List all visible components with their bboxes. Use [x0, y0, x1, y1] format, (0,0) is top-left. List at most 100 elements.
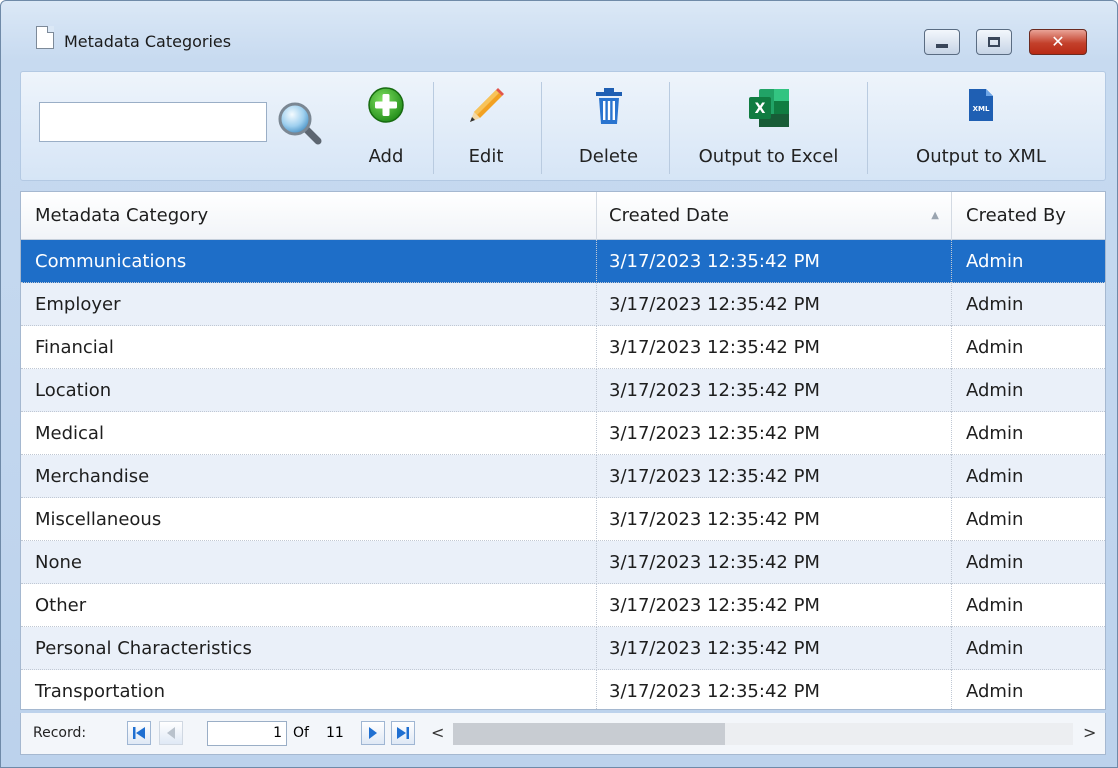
- record-label: Record:: [33, 725, 87, 741]
- excel-icon: X: [748, 89, 789, 127]
- table-row[interactable]: Communications 3/17/2023 12:35:42 PM Admin: [21, 240, 1105, 283]
- maximize-button[interactable]: [976, 29, 1012, 55]
- first-record-icon: [133, 727, 145, 739]
- column-header-created-date[interactable]: Created Date ▲: [597, 192, 952, 240]
- cell-created-by[interactable]: Admin: [952, 670, 1105, 709]
- title-bar[interactable]: Metadata Categories ✕: [1, 1, 1117, 63]
- next-record-icon: [369, 727, 377, 739]
- cell-created-by[interactable]: Admin: [952, 369, 1105, 412]
- cell-created-date[interactable]: 3/17/2023 12:35:42 PM: [597, 283, 952, 326]
- xml-icon-text: XML: [973, 105, 990, 113]
- table-row[interactable]: Employer 3/17/2023 12:35:42 PM Admin: [21, 283, 1105, 326]
- last-record-icon: [397, 727, 409, 739]
- last-record-button[interactable]: [391, 721, 415, 745]
- cell-metadata-category[interactable]: Other: [21, 584, 597, 627]
- table-row[interactable]: None 3/17/2023 12:35:42 PM Admin: [21, 541, 1105, 584]
- separator: [669, 82, 670, 174]
- column-header-created-by[interactable]: Created By: [952, 192, 1105, 240]
- cell-metadata-category[interactable]: Location: [21, 369, 597, 412]
- xml-file-icon: XML: [969, 89, 993, 121]
- search-input[interactable]: [39, 102, 267, 142]
- trash-icon: [595, 88, 622, 124]
- cell-metadata-category[interactable]: Transportation: [21, 670, 597, 709]
- previous-record-button[interactable]: [159, 721, 183, 745]
- delete-label: Delete: [578, 146, 639, 167]
- search-icon: [278, 102, 322, 145]
- cell-created-date[interactable]: 3/17/2023 12:35:42 PM: [597, 240, 952, 283]
- cell-created-date[interactable]: 3/17/2023 12:35:42 PM: [597, 412, 952, 455]
- output-xml-button[interactable]: XML Output to XML: [881, 78, 1081, 178]
- table-row[interactable]: Personal Characteristics 3/17/2023 12:35:…: [21, 627, 1105, 670]
- close-button[interactable]: ✕: [1029, 29, 1087, 55]
- table-row[interactable]: Miscellaneous 3/17/2023 12:35:42 PM Admin: [21, 498, 1105, 541]
- scrollbar-thumb[interactable]: [453, 723, 725, 745]
- sort-ascending-icon: ▲: [931, 210, 939, 221]
- add-plus-circle-icon: [368, 87, 404, 123]
- excel-icon-letter: X: [754, 101, 765, 117]
- separator: [433, 82, 434, 174]
- cell-metadata-category[interactable]: Medical: [21, 412, 597, 455]
- cell-metadata-category[interactable]: None: [21, 541, 597, 584]
- minimize-icon: [936, 44, 948, 48]
- document-icon: [36, 26, 54, 49]
- cell-created-date[interactable]: 3/17/2023 12:35:42 PM: [597, 627, 952, 670]
- cell-created-by[interactable]: Admin: [952, 412, 1105, 455]
- close-icon: ✕: [1051, 32, 1065, 51]
- cell-created-by[interactable]: Admin: [952, 326, 1105, 369]
- cell-metadata-category[interactable]: Communications: [21, 240, 597, 283]
- column-header-metadata-category[interactable]: Metadata Category: [21, 192, 597, 240]
- cell-created-date[interactable]: 3/17/2023 12:35:42 PM: [597, 498, 952, 541]
- table-row[interactable]: Financial 3/17/2023 12:35:42 PM Admin: [21, 326, 1105, 369]
- cell-created-by[interactable]: Admin: [952, 541, 1105, 584]
- edit-button[interactable]: Edit: [446, 78, 526, 178]
- cell-metadata-category[interactable]: Merchandise: [21, 455, 597, 498]
- window-title: Metadata Categories: [64, 32, 232, 51]
- cell-created-date[interactable]: 3/17/2023 12:35:42 PM: [597, 455, 952, 498]
- scroll-left-arrow[interactable]: <: [431, 723, 444, 742]
- maximize-icon: [988, 37, 1000, 47]
- record-total: 11: [326, 725, 344, 741]
- cell-created-by[interactable]: Admin: [952, 498, 1105, 541]
- output-excel-label: Output to Excel: [698, 146, 839, 167]
- table-row[interactable]: Merchandise 3/17/2023 12:35:42 PM Admin: [21, 455, 1105, 498]
- output-xml-label: Output to XML: [916, 146, 1046, 167]
- scroll-right-arrow[interactable]: >: [1083, 723, 1096, 742]
- table-row[interactable]: Other 3/17/2023 12:35:42 PM Admin: [21, 584, 1105, 627]
- cell-created-date[interactable]: 3/17/2023 12:35:42 PM: [597, 541, 952, 584]
- previous-record-icon: [167, 727, 175, 739]
- pencil-icon: [470, 88, 504, 122]
- add-label: Add: [368, 146, 404, 167]
- delete-button[interactable]: Delete: [561, 78, 656, 178]
- cell-created-by[interactable]: Admin: [952, 240, 1105, 283]
- first-record-button[interactable]: [127, 721, 151, 745]
- cell-created-by[interactable]: Admin: [952, 283, 1105, 326]
- cell-metadata-category[interactable]: Employer: [21, 283, 597, 326]
- record-position-input[interactable]: 1: [207, 721, 287, 746]
- table-row[interactable]: Medical 3/17/2023 12:35:42 PM Admin: [21, 412, 1105, 455]
- cell-metadata-category[interactable]: Personal Characteristics: [21, 627, 597, 670]
- add-button[interactable]: Add: [346, 78, 426, 178]
- cell-created-by[interactable]: Admin: [952, 584, 1105, 627]
- edit-label: Edit: [468, 146, 504, 167]
- cell-created-date[interactable]: 3/17/2023 12:35:42 PM: [597, 369, 952, 412]
- cell-metadata-category[interactable]: Miscellaneous: [21, 498, 597, 541]
- table-row[interactable]: Location 3/17/2023 12:35:42 PM Admin: [21, 369, 1105, 412]
- minimize-button[interactable]: [924, 29, 960, 55]
- search-button[interactable]: [273, 98, 325, 148]
- record-navigator: Record: 1 Of 11 < >: [20, 713, 1106, 755]
- next-record-button[interactable]: [361, 721, 385, 745]
- data-grid: Metadata Category Created Date ▲ Created…: [20, 191, 1106, 710]
- cell-created-by[interactable]: Admin: [952, 627, 1105, 670]
- cell-created-date[interactable]: 3/17/2023 12:35:42 PM: [597, 326, 952, 369]
- toolbar: Add Edit Delete X Output to Excel XML Ou…: [20, 71, 1106, 181]
- grid-header: Metadata Category Created Date ▲ Created…: [21, 192, 1105, 240]
- window: Metadata Categories ✕ Add Edit Delete X …: [0, 0, 1118, 768]
- of-label: Of: [293, 725, 309, 741]
- cell-created-by[interactable]: Admin: [952, 455, 1105, 498]
- separator: [541, 82, 542, 174]
- cell-created-date[interactable]: 3/17/2023 12:35:42 PM: [597, 584, 952, 627]
- cell-created-date[interactable]: 3/17/2023 12:35:42 PM: [597, 670, 952, 709]
- cell-metadata-category[interactable]: Financial: [21, 326, 597, 369]
- table-row[interactable]: Transportation 3/17/2023 12:35:42 PM Admin: [21, 670, 1105, 709]
- output-excel-button[interactable]: X Output to Excel: [681, 78, 856, 178]
